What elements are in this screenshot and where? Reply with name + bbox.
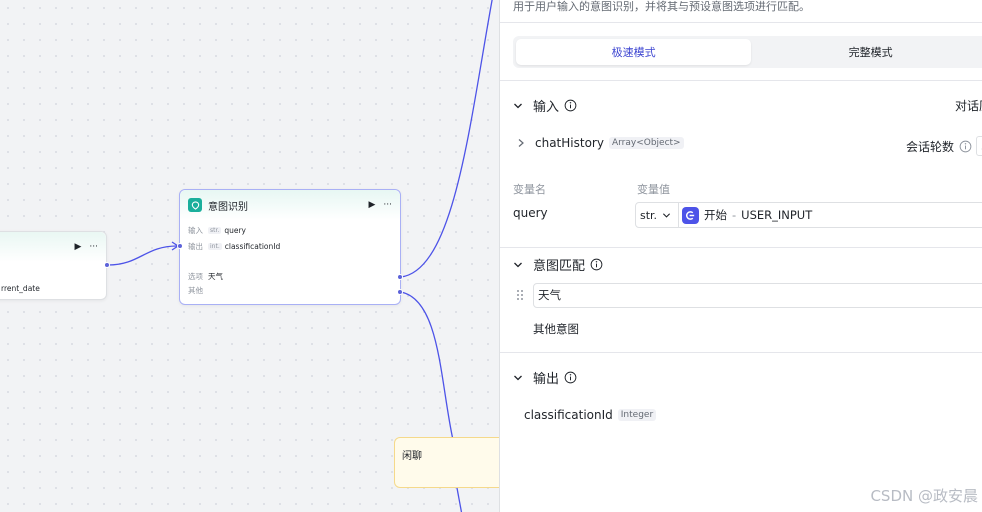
tab-fast-mode[interactable]: 极速模式 <box>516 39 752 65</box>
info-icon[interactable] <box>959 140 972 153</box>
node-output-type: int. <box>208 242 222 250</box>
edge-prev-to-intent <box>107 245 178 266</box>
prev-node-output-handle[interactable] <box>104 262 110 268</box>
intent-node-icon <box>188 198 202 212</box>
rounds-label: 会话轮数 <box>906 139 955 154</box>
chat-node-title: 闲聊 <box>402 451 422 462</box>
intent-node-title: 意图识别 <box>208 201 248 213</box>
prev-node[interactable]: ▶ ··· rrent_date <box>0 231 110 300</box>
chevron-down-icon <box>514 375 522 380</box>
chat-history-row[interactable]: chatHistory Array<Object> <box>517 136 684 150</box>
node-input-value: query <box>224 225 246 235</box>
ref-node-name: 开始 <box>704 208 727 222</box>
prev-node-field: rrent_date <box>1 283 40 293</box>
config-panel: 用于用户输入的意图识别，并将其与预设意图选项进行匹配。 极速模式 完整模式 输入… <box>499 0 982 512</box>
more-icon[interactable]: ··· <box>89 242 98 252</box>
node-option-label: 选项 <box>188 271 203 281</box>
ref-separator: - <box>732 208 737 222</box>
input-var-name[interactable]: query <box>513 206 548 220</box>
intent-option-input[interactable]: 天气 <box>533 283 982 308</box>
chat-node[interactable]: 闲聊 <box>394 437 500 488</box>
col-var-name: 变量名 <box>513 183 546 196</box>
intent-node[interactable]: 意图识别 ▶ ··· 输入 str. query 输出 int. classif… <box>177 189 403 305</box>
output-var-name: classificationId <box>524 408 613 422</box>
intent-node-input-handle[interactable] <box>177 243 183 249</box>
var-reference[interactable]: 开始 - USER_INPUT <box>679 206 813 224</box>
col-var-value: 变量值 <box>637 183 670 196</box>
edge-chat-out <box>456 487 463 512</box>
chat-history-name: chatHistory <box>535 136 604 150</box>
input-section-title: 输入 <box>533 100 560 115</box>
intent-option-handle[interactable] <box>397 274 403 280</box>
intent-section-header[interactable]: 意图匹配 <box>513 255 603 274</box>
mode-switch: 极速模式 完整模式 <box>513 36 982 68</box>
info-icon[interactable] <box>590 258 603 271</box>
start-node-icon <box>682 206 699 224</box>
output-section-header[interactable]: 输出 <box>513 368 577 387</box>
node-option-value: 天气 <box>208 271 223 281</box>
more-icon[interactable]: ··· <box>383 200 392 210</box>
other-intent-label: 其他意图 <box>533 322 579 336</box>
chat-history-toggle-label: 对话历 <box>955 99 982 113</box>
intent-section-title: 意图匹配 <box>533 259 586 274</box>
chat-history-type: Array<Object> <box>608 137 684 149</box>
chevron-down-icon <box>514 103 522 108</box>
node-input-type: str. <box>208 226 222 234</box>
output-var-type: Integer <box>617 409 657 421</box>
var-type-value: str. <box>640 208 658 222</box>
output-section-title: 输出 <box>533 372 560 387</box>
node-input-label: 输入 <box>188 225 203 235</box>
run-icon[interactable]: ▶ <box>368 200 375 210</box>
node-other-label: 其他 <box>188 285 203 295</box>
edge-intent-to-chat <box>400 291 454 441</box>
node-output-value: classificationId <box>224 241 281 251</box>
ref-var-name: USER_INPUT <box>741 208 813 222</box>
edge-intent-to-weather <box>400 0 493 278</box>
chevron-down-icon <box>514 262 522 267</box>
input-section-header[interactable]: 输入 <box>513 96 577 115</box>
info-icon[interactable] <box>564 371 577 384</box>
tab-full-mode[interactable]: 完整模式 <box>751 39 982 65</box>
run-icon[interactable]: ▶ <box>74 242 81 252</box>
var-type-select[interactable]: str. <box>636 203 679 227</box>
rounds-input[interactable]: 5 <box>976 136 982 156</box>
node-description: 用于用户输入的意图识别，并将其与预设意图选项进行匹配。 <box>513 0 810 13</box>
chevron-right-icon <box>518 139 524 147</box>
var-value-select[interactable]: str. 开始 - USER_INPUT <box>635 202 982 228</box>
intent-other-handle[interactable] <box>397 289 403 295</box>
chevron-down-icon <box>663 212 671 218</box>
workflow-canvas[interactable]: ▶ ··· rrent_date 意图识别 ▶ ··· 输入 str. quer… <box>0 0 500 512</box>
info-icon[interactable] <box>564 99 577 112</box>
drag-handle-icon[interactable] <box>516 289 524 301</box>
watermark: CSDN @政安晨 <box>870 487 978 505</box>
node-output-label: 输出 <box>188 241 203 251</box>
